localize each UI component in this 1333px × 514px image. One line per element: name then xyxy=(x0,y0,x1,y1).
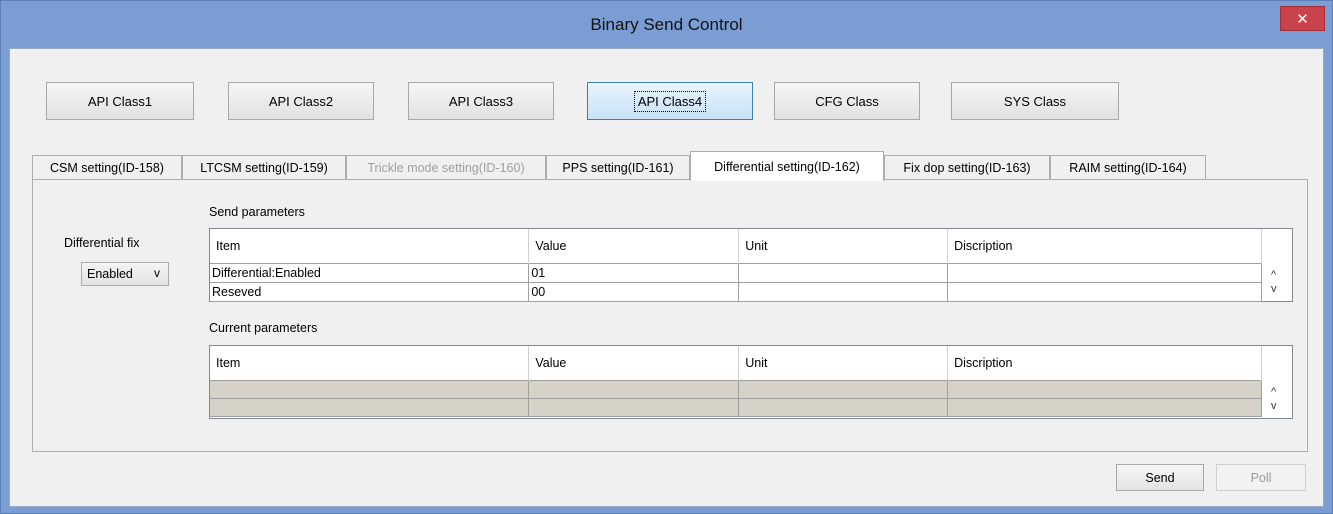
window-title: Binary Send Control xyxy=(590,14,743,34)
column-header-value[interactable]: Value xyxy=(528,229,740,263)
cell-description[interactable] xyxy=(947,379,1262,399)
tab-label: LTCSM setting(ID-159) xyxy=(200,161,328,175)
poll-button: Poll xyxy=(1216,464,1306,491)
cell-description[interactable] xyxy=(947,281,1262,302)
tab-label: RAIM setting(ID-164) xyxy=(1069,161,1187,175)
cell-value[interactable]: 00 xyxy=(528,281,740,302)
api-class3-label: API Class3 xyxy=(448,93,514,109)
table-row[interactable] xyxy=(210,397,1262,417)
send-parameters-grid[interactable]: Item Value Unit Discription Differential… xyxy=(209,228,1293,302)
cell-item[interactable]: Differential:Enabled xyxy=(210,262,530,283)
cell-item[interactable]: Reseved xyxy=(210,281,530,302)
column-header-unit[interactable]: Unit xyxy=(738,346,949,380)
column-header-value[interactable]: Value xyxy=(528,346,740,380)
tab-fix-dop-setting[interactable]: Fix dop setting(ID-163) xyxy=(884,155,1050,180)
api-class2-button[interactable]: API Class2 xyxy=(228,82,374,120)
close-button[interactable]: ✕ xyxy=(1280,6,1325,31)
vertical-scrollbar[interactable]: ^ v xyxy=(1262,346,1292,418)
current-parameters-label: Current parameters xyxy=(209,321,318,335)
tab-label: Trickle mode setting(ID-160) xyxy=(367,161,525,175)
send-button-label: Send xyxy=(1145,470,1175,485)
chevron-down-icon: v xyxy=(154,266,160,280)
column-header-description[interactable]: Discription xyxy=(947,229,1262,263)
table-row[interactable] xyxy=(210,379,1262,399)
scroll-down-icon[interactable]: v xyxy=(1271,283,1277,295)
differential-fix-label: Differential fix xyxy=(64,236,140,250)
table-row[interactable]: Differential:Enabled 01 xyxy=(210,262,1262,283)
api-class4-button[interactable]: API Class4 xyxy=(587,82,753,120)
scroll-up-icon[interactable]: ^ xyxy=(1271,269,1276,281)
scroll-up-icon[interactable]: ^ xyxy=(1271,386,1276,398)
grid-header-row: Item Value Unit Discription xyxy=(210,229,1262,263)
tab-csm-setting[interactable]: CSM setting(ID-158) xyxy=(32,155,182,180)
title-bar: Binary Send Control ✕ xyxy=(1,1,1332,48)
scroll-down-icon[interactable]: v xyxy=(1271,400,1277,412)
cell-unit[interactable] xyxy=(738,379,949,399)
cfg-class-label: CFG Class xyxy=(815,93,879,109)
column-header-item[interactable]: Item xyxy=(210,229,530,263)
binary-send-control-window: Binary Send Control ✕ API Class1 API Cla… xyxy=(0,0,1333,514)
cell-value[interactable] xyxy=(528,397,740,417)
cell-description[interactable] xyxy=(947,262,1262,283)
vertical-scrollbar[interactable]: ^ v xyxy=(1262,229,1292,301)
cell-description[interactable] xyxy=(947,397,1262,417)
api-class2-label: API Class2 xyxy=(268,93,334,109)
differential-fix-dropdown[interactable]: Enabled v xyxy=(81,262,169,286)
differential-setting-panel: Differential fix Enabled v Send paramete… xyxy=(32,179,1308,452)
tab-ltcsm-setting[interactable]: LTCSM setting(ID-159) xyxy=(182,155,346,180)
close-icon: ✕ xyxy=(1296,10,1309,28)
tab-raim-setting[interactable]: RAIM setting(ID-164) xyxy=(1050,155,1206,180)
api-class4-label: API Class4 xyxy=(633,90,707,112)
cell-value[interactable]: 01 xyxy=(528,262,740,283)
cell-value[interactable] xyxy=(528,379,740,399)
cell-unit[interactable] xyxy=(738,262,949,283)
tab-differential-setting[interactable]: Differential setting(ID-162) xyxy=(690,151,884,181)
cell-item[interactable] xyxy=(210,379,530,399)
client-area: API Class1 API Class2 API Class3 API Cla… xyxy=(9,48,1324,507)
sys-class-button[interactable]: SYS Class xyxy=(951,82,1119,120)
cell-unit[interactable] xyxy=(738,397,949,417)
cell-unit[interactable] xyxy=(738,281,949,302)
current-parameters-grid[interactable]: Item Value Unit Discription ^ v xyxy=(209,345,1293,419)
tab-label: Differential setting(ID-162) xyxy=(714,159,860,174)
column-header-item[interactable]: Item xyxy=(210,346,530,380)
api-class3-button[interactable]: API Class3 xyxy=(408,82,554,120)
column-header-description[interactable]: Discription xyxy=(947,346,1262,380)
differential-fix-value: Enabled xyxy=(87,267,133,281)
tab-label: PPS setting(ID-161) xyxy=(562,161,674,175)
tab-label: CSM setting(ID-158) xyxy=(50,161,164,175)
send-parameters-label: Send parameters xyxy=(209,205,305,219)
poll-button-label: Poll xyxy=(1250,470,1272,485)
grid-header-row: Item Value Unit Discription xyxy=(210,346,1262,380)
tab-label: Fix dop setting(ID-163) xyxy=(903,161,1031,175)
api-class1-label: API Class1 xyxy=(87,93,153,109)
sys-class-label: SYS Class xyxy=(1003,93,1067,109)
tab-trickle-mode-setting: Trickle mode setting(ID-160) xyxy=(346,155,546,180)
tab-pps-setting[interactable]: PPS setting(ID-161) xyxy=(546,155,690,180)
column-header-unit[interactable]: Unit xyxy=(738,229,949,263)
table-row[interactable]: Reseved 00 xyxy=(210,281,1262,302)
send-button[interactable]: Send xyxy=(1116,464,1204,491)
cfg-class-button[interactable]: CFG Class xyxy=(774,82,920,120)
panel-body: Differential fix Enabled v Send paramete… xyxy=(33,180,1307,451)
api-class1-button[interactable]: API Class1 xyxy=(46,82,194,120)
cell-item[interactable] xyxy=(210,397,530,417)
